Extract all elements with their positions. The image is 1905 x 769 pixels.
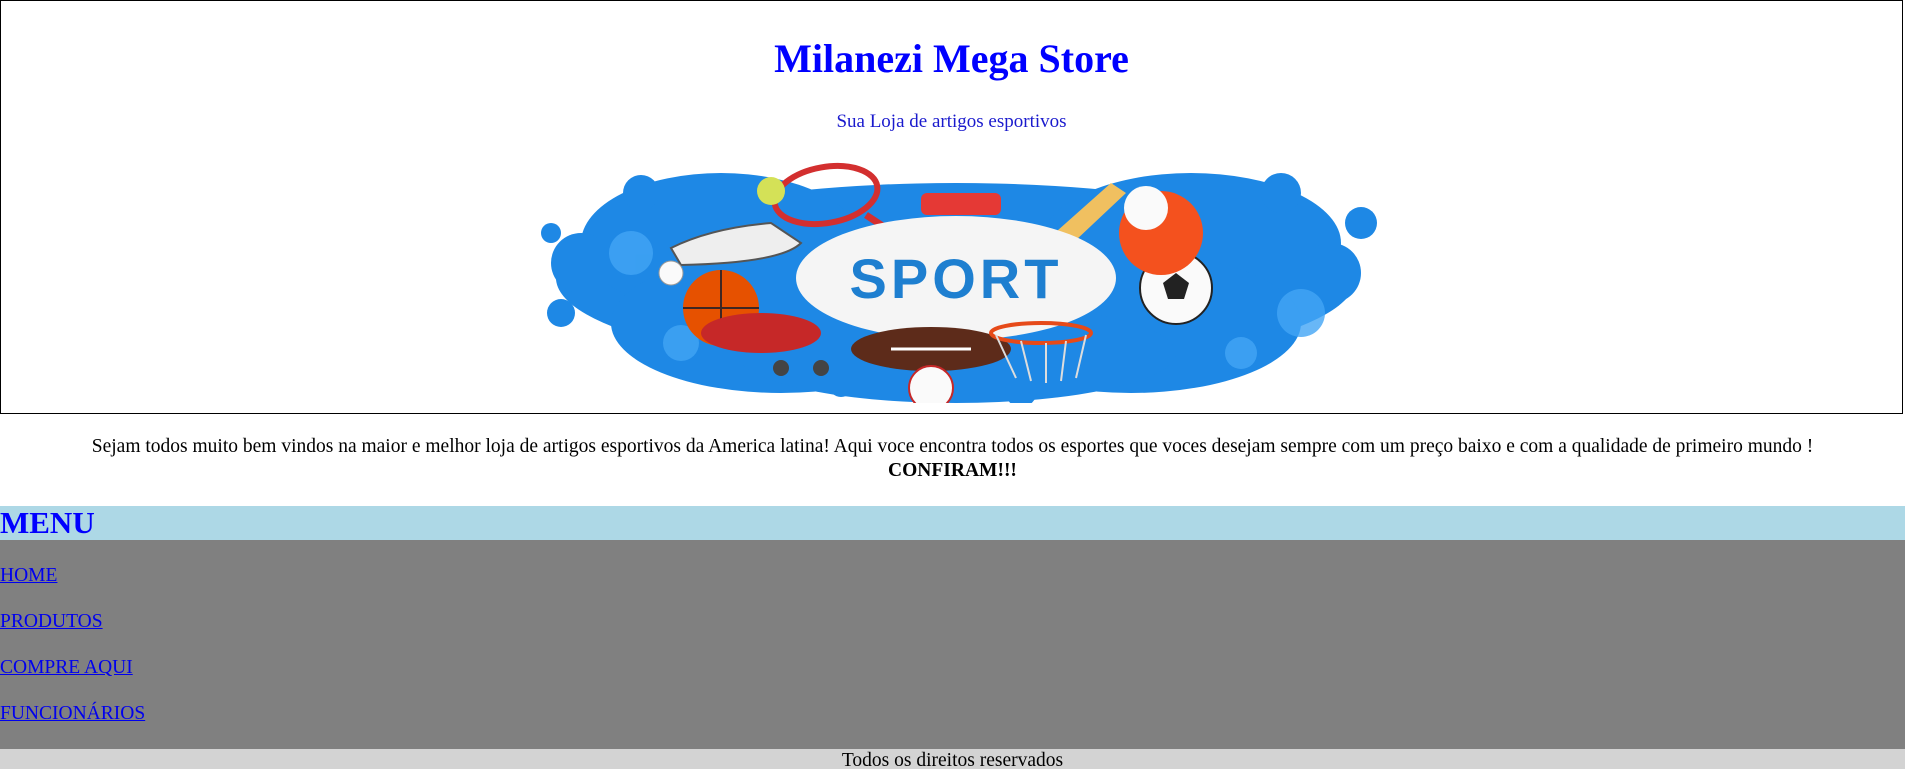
baseball-icon bbox=[908, 365, 954, 403]
menu-title: MENU bbox=[0, 505, 95, 540]
header-box: Milanezi Mega Store Sua Loja de artigos … bbox=[0, 0, 1903, 414]
menu-link-produtos[interactable]: PRODUTOS bbox=[0, 610, 103, 634]
menu-nav: HOME PRODUTOS COMPRE AQUI FUNCIONÁRIOS bbox=[0, 540, 1905, 749]
menu-header: MENU bbox=[0, 506, 1905, 540]
footer: Todos os direitos reservados bbox=[0, 749, 1905, 769]
sport-banner-image: SPORT bbox=[541, 162, 1377, 403]
store-subtitle: Sua Loja de artigos esportivos bbox=[836, 111, 1067, 132]
welcome-cta: CONFIRAM!!! bbox=[888, 460, 1017, 481]
menu-link-funcionarios[interactable]: FUNCIONÁRIOS bbox=[0, 702, 145, 726]
footer-text: Todos os direitos reservados bbox=[841, 750, 1064, 769]
menu-link-compre-aqui[interactable]: COMPRE AQUI bbox=[0, 656, 133, 680]
page: Milanezi Mega Store Sua Loja de artigos … bbox=[0, 0, 1905, 769]
sport-banner-text: SPORT bbox=[850, 247, 1063, 310]
store-title: Milanezi Mega Store bbox=[774, 36, 1129, 81]
menu-link-home[interactable]: HOME bbox=[0, 564, 57, 588]
welcome-text: Sejam todos muito bem vindos na maior e … bbox=[91, 436, 1814, 457]
whistle-icon bbox=[921, 193, 1001, 215]
welcome-message: Sejam todos muito bem vindos na maior e … bbox=[0, 435, 1905, 483]
